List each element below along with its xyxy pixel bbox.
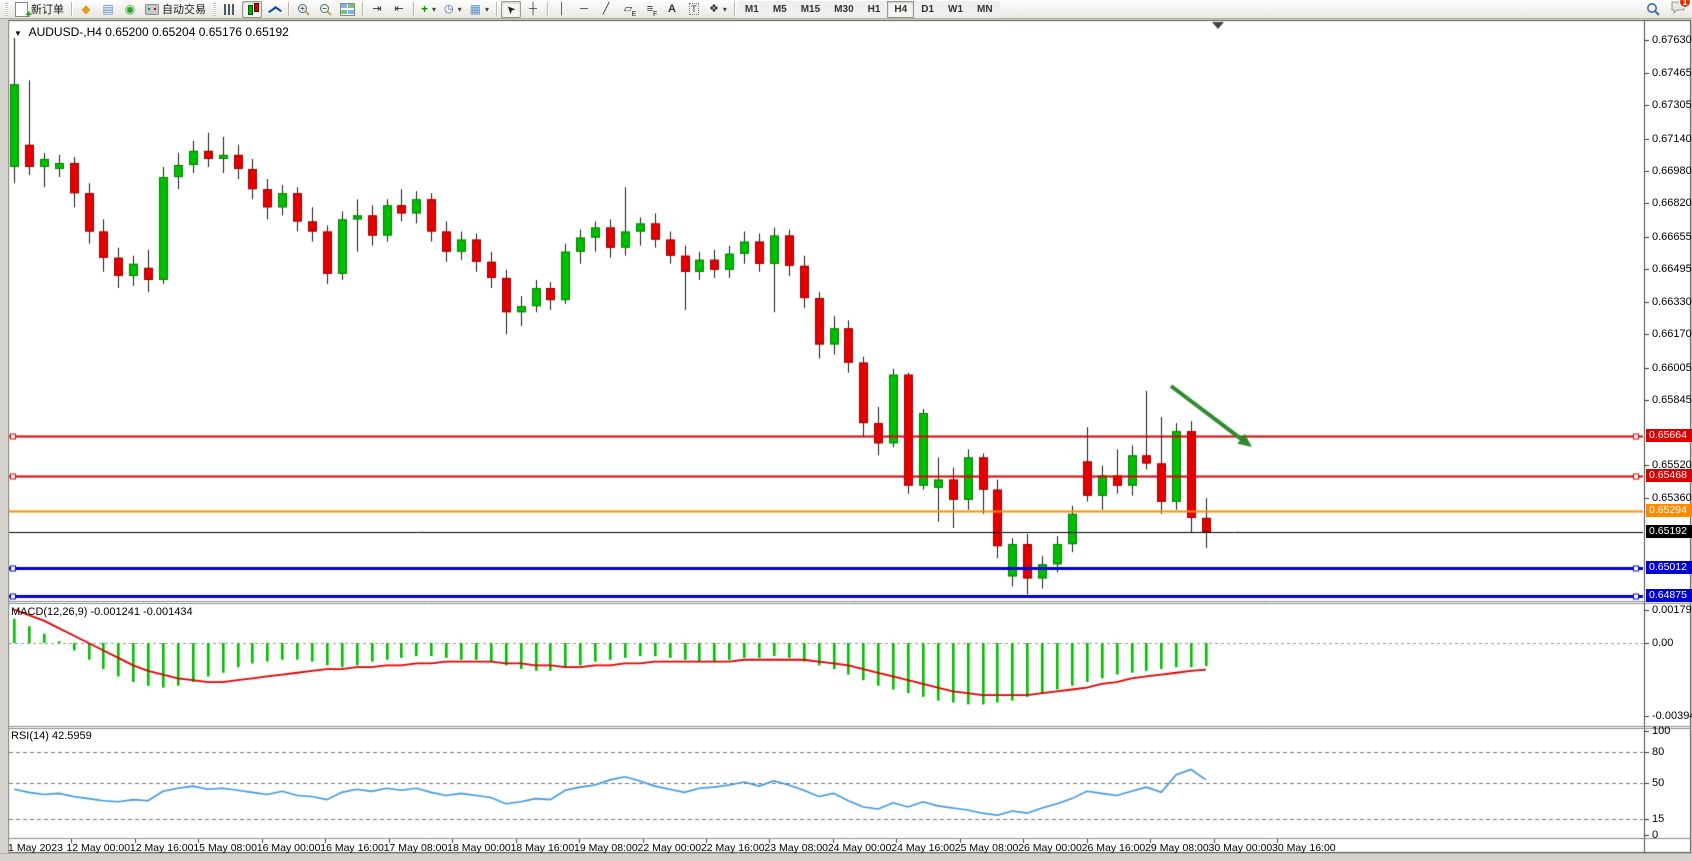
- fibonacci-tool-button[interactable]: ≡F: [640, 1, 660, 18]
- main-toolbar: 新订单 ◆ ▤ ◉ 自动交易 ⇥ ⇤ +▾ ◷▾ ▦▾ ➤ ┼ │ ─: [0, 0, 1692, 19]
- timeframe-button-d1[interactable]: D1: [914, 1, 941, 18]
- signals-button[interactable]: ◉: [120, 1, 140, 18]
- rsi-indicator-label: RSI(14) 42.5959: [11, 730, 92, 742]
- equidistant-channel-icon: ▱E: [624, 4, 632, 15]
- auto-scroll-button[interactable]: ⇥: [367, 1, 387, 18]
- autotrade-robot-icon: [145, 4, 159, 15]
- crosshair-icon: ┼: [529, 4, 537, 15]
- horizontal-line-icon: ─: [580, 4, 588, 15]
- toolbar-separator: [547, 2, 548, 16]
- clock-icon: ◷: [444, 4, 454, 15]
- timeframe-button-w1[interactable]: W1: [941, 1, 970, 18]
- chart-symbol: AUDUSD-,H4: [29, 25, 102, 39]
- auto-scroll-icon: ⇥: [372, 4, 381, 15]
- new-order-icon: [15, 2, 28, 17]
- trendline-icon: ╱: [603, 4, 610, 15]
- line-chart-icon: [268, 4, 281, 15]
- trendline-tool-button[interactable]: ╱: [596, 1, 616, 18]
- chevron-down-icon: ▾: [485, 5, 489, 14]
- toolbar-grip: [213, 3, 216, 16]
- autotrade-button[interactable]: 自动交易: [142, 1, 209, 18]
- shapes-icon: ❖: [709, 4, 719, 15]
- text-tool-button[interactable]: A: [662, 1, 682, 18]
- tile-windows-icon: [340, 3, 355, 16]
- vertical-line-icon: │: [559, 4, 566, 15]
- zoom-in-button[interactable]: [293, 1, 313, 18]
- autotrade-label: 自动交易: [162, 1, 206, 17]
- symbol-dropdown-icon[interactable]: ▼: [14, 29, 22, 38]
- signals-icon: ◉: [125, 3, 135, 15]
- timeframe-button-mn[interactable]: MN: [970, 1, 1000, 18]
- timeframe-button-h1[interactable]: H1: [861, 1, 888, 18]
- timeframe-toolbar: M1M5M15M30H1H4D1W1MN: [738, 1, 1000, 18]
- new-order-label: 新订单: [31, 1, 64, 17]
- cursor-icon: ➤: [503, 1, 519, 17]
- mt4-window: 新订单 ◆ ▤ ◉ 自动交易 ⇥ ⇤ +▾ ◷▾ ▦▾ ➤ ┼ │ ─: [0, 0, 1692, 861]
- template-icon: ▦: [470, 3, 481, 15]
- chevron-down-icon: ▾: [432, 5, 436, 14]
- horizontal-line-tool-button[interactable]: ─: [574, 1, 594, 18]
- text-icon: A: [668, 4, 676, 15]
- templates-button[interactable]: ▦▾: [467, 1, 492, 18]
- toolbar-separator: [288, 2, 289, 16]
- zoom-out-icon: [319, 3, 332, 16]
- profiles-button[interactable]: ▤: [98, 1, 118, 18]
- fibonacci-icon: ≡F: [647, 4, 653, 15]
- indicators-plus-icon: +: [421, 3, 428, 15]
- toolbar-separator: [362, 2, 363, 16]
- bar-chart-button[interactable]: [220, 1, 240, 18]
- label-tool-button[interactable]: T: [684, 1, 704, 18]
- search-icon: [1646, 2, 1660, 16]
- price-chart-canvas[interactable]: [0, 0, 1692, 861]
- profiles-icon: ▤: [102, 3, 113, 15]
- tile-windows-button[interactable]: [337, 1, 358, 18]
- market-icon: ◆: [81, 3, 90, 15]
- timeframe-button-h4[interactable]: H4: [887, 1, 914, 18]
- notifications-button[interactable]: 1: [1670, 0, 1686, 19]
- candlestick-chart-icon: [246, 3, 259, 15]
- timeframe-button-m15[interactable]: M15: [794, 1, 827, 18]
- indicators-button[interactable]: +▾: [418, 1, 439, 18]
- chevron-down-icon: ▾: [723, 5, 727, 14]
- window-left-edge: [0, 20, 9, 861]
- macd-indicator-label: MACD(12,26,9) -0.001241 -0.001434: [11, 606, 193, 618]
- cursor-tool-button[interactable]: ➤: [501, 1, 521, 18]
- line-chart-button[interactable]: [264, 1, 284, 18]
- market-button[interactable]: ◆: [76, 1, 96, 18]
- toolbar-right-group: 1: [1642, 0, 1692, 19]
- channel-tool-button[interactable]: ▱E: [618, 1, 638, 18]
- chart-title: ▼ AUDUSD-,H4 0.65200 0.65204 0.65176 0.6…: [14, 25, 289, 39]
- bar-chart-icon: [224, 4, 236, 15]
- chevron-down-icon: ▾: [458, 5, 462, 14]
- toolbar-grip: [5, 3, 8, 16]
- search-button[interactable]: [1643, 1, 1663, 18]
- chart-shift-button[interactable]: ⇤: [389, 1, 409, 18]
- status-bar: [0, 853, 1692, 861]
- toolbar-separator: [413, 2, 414, 16]
- chart-shift-icon: ⇤: [394, 4, 403, 15]
- toolbar-separator: [71, 2, 72, 16]
- notification-badge: 1: [1679, 0, 1691, 8]
- crosshair-tool-button[interactable]: ┼: [523, 1, 543, 18]
- shapes-tool-button[interactable]: ❖▾: [706, 1, 730, 18]
- candlestick-chart-button[interactable]: [242, 1, 262, 18]
- toolbar-separator: [734, 2, 735, 16]
- timeframe-button-m30[interactable]: M30: [827, 1, 860, 18]
- new-order-button[interactable]: 新订单: [12, 1, 67, 18]
- chart-ohlc-quotes: 0.65200 0.65204 0.65176 0.65192: [105, 25, 289, 39]
- toolbar-separator: [496, 2, 497, 16]
- zoom-out-button[interactable]: [315, 1, 335, 18]
- text-label-icon: T: [689, 3, 699, 15]
- timeframe-button-m1[interactable]: M1: [738, 1, 766, 18]
- timeframe-button-m5[interactable]: M5: [766, 1, 794, 18]
- vertical-line-tool-button[interactable]: │: [552, 1, 572, 18]
- zoom-in-icon: [297, 3, 310, 16]
- periods-button[interactable]: ◷▾: [441, 1, 465, 18]
